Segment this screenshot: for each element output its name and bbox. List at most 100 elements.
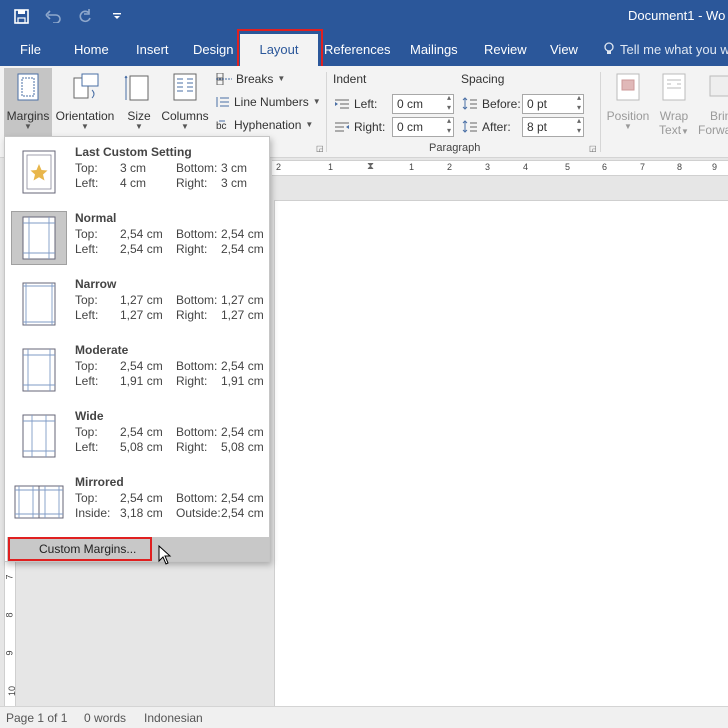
indent-marker-icon[interactable]: ⧗ — [367, 161, 374, 172]
margin-option-normal[interactable]: Normal Top: 2,54 cm Bottom: 2,54 cm Left: 2,… — [5, 205, 269, 269]
ruler-number: 7 — [4, 574, 15, 580]
ruler-number: 9 — [4, 650, 15, 656]
paragraph-launcher-icon[interactable]: ◲ — [589, 144, 597, 153]
indent-right-label: Right: — [354, 120, 386, 134]
hyphenation-icon: bc — [216, 120, 227, 132]
position-icon — [616, 73, 640, 101]
margin-option-wide[interactable]: Wide Top: 2,54 cm Bottom: 2,54 cm Left: 5,08… — [5, 403, 269, 467]
paragraph-group-label: Paragraph — [429, 142, 481, 154]
indent-left-label: Left: — [354, 97, 378, 111]
page-count[interactable]: Page 1 of 1 — [6, 711, 67, 725]
ruler-number: 2 — [447, 162, 453, 172]
margin-option-last-custom[interactable]: Last Custom Setting Top: 3 cm Bottom: 3 cm … — [5, 139, 269, 203]
margin-preview — [11, 475, 67, 529]
chevron-down-icon: ▼ — [81, 122, 89, 131]
document-page[interactable] — [274, 200, 728, 706]
bring-forward-label-2: Forwa — [698, 123, 728, 137]
lightbulb-icon — [604, 42, 614, 54]
spacing-before-icon — [462, 97, 477, 110]
breaks-label: Breaks — [236, 72, 274, 86]
word-count[interactable]: 0 words — [84, 711, 126, 725]
spacing-after-input[interactable]: 8 pt — [522, 116, 584, 137]
star-page-icon — [22, 150, 56, 194]
page-margins-icon — [22, 216, 56, 260]
margins-button[interactable]: Margins ▼ — [4, 68, 52, 140]
status-bar: Page 1 of 1 0 words Indonesian — [0, 706, 728, 728]
chevron-down-icon: ▼ — [24, 122, 32, 131]
ruler-number: 4 — [523, 162, 529, 172]
custom-margins-highlight — [8, 537, 152, 561]
ruler-number: 6 — [602, 162, 608, 172]
page-margins-icon — [22, 414, 56, 458]
spacing-after-icon — [462, 120, 477, 133]
tab-view[interactable]: View — [550, 42, 578, 57]
indent-heading: Indent — [333, 72, 367, 86]
save-icon[interactable] — [12, 6, 30, 26]
mouse-cursor-icon — [158, 545, 172, 565]
columns-button[interactable]: Columns ▼ — [160, 72, 210, 131]
title-bar: Document1 - Wo — [0, 0, 728, 34]
svg-text:bc: bc — [216, 121, 227, 132]
position-label: Position — [606, 109, 650, 123]
tab-review[interactable]: Review — [484, 42, 527, 57]
chevron-down-icon: ▼ — [624, 122, 632, 131]
page-size-icon — [124, 75, 149, 101]
customize-qat-icon[interactable] — [108, 6, 126, 26]
margin-option-name: Wide — [75, 409, 104, 423]
horizontal-ruler[interactable]: 2 1 ⧗ 1 2 3 4 5 6 7 8 9 — [272, 160, 728, 176]
orientation-label: Orientation — [55, 109, 115, 123]
ribbon-tabs: File Home Insert Design Layout Reference… — [0, 34, 728, 66]
spacing-before-row: Before: 0 pt — [462, 93, 584, 114]
indent-right-icon — [335, 122, 349, 132]
ruler-number: 8 — [677, 162, 683, 172]
wrap-text-button[interactable]: Wrap Text▼ — [656, 72, 692, 137]
page-setup-launcher-icon[interactable]: ◲ — [316, 144, 324, 153]
window-title: Document1 - Wo — [628, 8, 726, 23]
bring-forward-button[interactable]: Brin Forwa — [698, 72, 728, 137]
group-separator — [600, 72, 601, 152]
margin-preview — [11, 211, 67, 265]
breaks-button[interactable]: Breaks ▼ — [216, 72, 285, 86]
tab-design[interactable]: Design — [193, 42, 233, 57]
spacing-after-label: After: — [482, 120, 511, 134]
spacing-before-input[interactable]: 0 pt — [522, 93, 584, 114]
position-button[interactable]: Position ▼ — [606, 72, 650, 131]
margin-option-mirrored[interactable]: Mirrored Top: 2,54 cm Bottom: 2,54 cm Insid… — [5, 469, 269, 533]
margin-preview — [11, 409, 67, 463]
columns-icon — [173, 73, 197, 101]
tab-file[interactable]: File — [20, 42, 41, 57]
ruler-number: 5 — [565, 162, 571, 172]
redo-icon[interactable] — [76, 6, 94, 26]
spacing-heading: Spacing — [461, 72, 505, 86]
line-numbers-button[interactable]: Line Numbers ▼ — [216, 95, 321, 109]
spacing-after-row: After: 8 pt — [462, 116, 584, 137]
indent-left-icon — [335, 99, 349, 109]
ruler-number: 9 — [712, 162, 718, 172]
size-button[interactable]: Size ▼ — [124, 72, 154, 131]
bring-forward-icon — [709, 75, 728, 97]
indent-right-input[interactable]: 0 cm — [392, 116, 454, 137]
bring-forward-label-1: Brin — [710, 109, 728, 123]
orientation-icon — [73, 73, 99, 99]
chevron-down-icon: ▼ — [135, 122, 143, 131]
tab-home[interactable]: Home — [74, 42, 109, 57]
orientation-button[interactable]: Orientation ▼ — [54, 72, 116, 131]
tab-insert[interactable]: Insert — [136, 42, 169, 57]
undo-icon[interactable] — [44, 6, 62, 26]
margin-option-name: Normal — [75, 211, 117, 225]
columns-label: Columns — [161, 109, 209, 123]
tell-me-text: Tell me what you wa — [620, 42, 728, 57]
tab-references[interactable]: References — [324, 42, 390, 57]
hyphenation-button[interactable]: bc Hyphenation ▼ — [216, 118, 313, 132]
ruler-number: 1 — [409, 162, 415, 172]
wrap-text-label-2: Text — [659, 123, 682, 137]
indent-left-input[interactable]: 0 cm — [392, 93, 454, 114]
margin-option-name: Moderate — [75, 343, 129, 357]
language-indicator[interactable]: Indonesian — [144, 711, 203, 725]
tab-mailings[interactable]: Mailings — [410, 42, 458, 57]
tell-me-box[interactable]: Tell me what you wa — [604, 42, 728, 57]
wrap-text-label-1: Wrap — [659, 109, 689, 123]
ruler-number: 10 — [7, 685, 18, 697]
margin-option-moderate[interactable]: Moderate Top: 2,54 cm Bottom: 2,54 cm Left:… — [5, 337, 269, 401]
margin-option-narrow[interactable]: Narrow Top: 1,27 cm Bottom: 1,27 cm Left: 1,… — [5, 271, 269, 335]
